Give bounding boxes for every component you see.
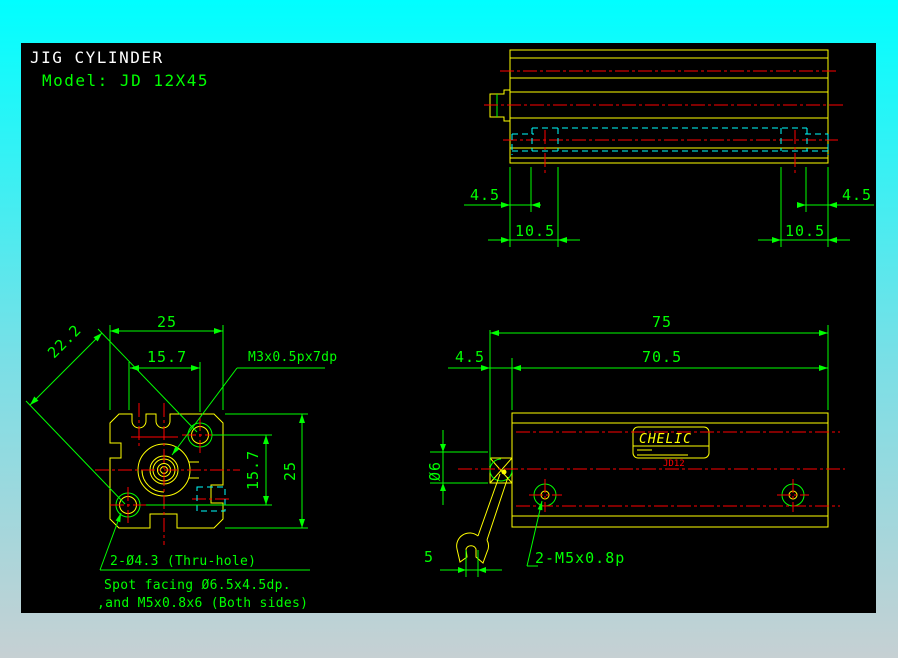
label-top-mount-thread: 2-M5x0.8p [535,549,625,567]
dim-side-left-offset: 4.5 [470,186,500,204]
dim-top-body-length: 70.5 [642,348,682,366]
dim-side-left-pitch: 10.5 [515,222,555,240]
wrench-icon [456,473,509,564]
top-view-nameplate: CHELIC JD12 [632,426,710,469]
side-view-hidden-lines [511,127,829,155]
dim-top-wrench-flats: 5 [424,548,434,566]
side-view-outline [489,49,829,164]
brand-logo-text: CHELIC [639,432,692,447]
top-view-dimensions: 75 70.5 4.5 Ø6 5 2-M5x0.8p [424,313,829,577]
label-front-port-thread: M3x0.5px7dp [248,350,337,365]
cad-application-window: JIG CYLINDER Model: JD 12X45 4.5 10.5 4.… [0,0,898,658]
dim-front-width: 25 [157,313,177,331]
note-spot-facing: Spot facing Ø6.5x4.5dp. [104,578,291,593]
drawing-layer: JIG CYLINDER Model: JD 12X45 4.5 10.5 4.… [25,48,874,611]
dim-side-right-offset: 4.5 [842,186,872,204]
note-thread-both-sides: ,and M5x0.8x6 (Both sides) [97,596,308,611]
front-view-dimensions: 25 15.7 22.2 15.7 25 M3x0.5px7dp 2-Ø4.3 … [25,313,337,611]
drawing-title: JIG CYLINDER [30,48,164,67]
dim-top-rod-diameter: Ø6 [426,461,444,481]
label-front-thru-hole: 2-Ø4.3 (Thru-hole) [110,554,256,569]
dim-front-hole-spacing-right: 15.7 [244,450,262,490]
dim-top-total-length: 75 [652,313,672,331]
dim-front-hole-spacing-top: 15.7 [147,348,187,366]
dim-side-right-pitch: 10.5 [785,222,825,240]
dim-front-height-right: 25 [281,461,299,481]
dim-top-rod-extension: 4.5 [455,348,485,366]
drawing-model: Model: JD 12X45 [42,71,209,90]
brand-model-mark: JD12 [663,459,685,469]
side-view-dimensions: 4.5 10.5 4.5 10.5 [464,167,874,247]
